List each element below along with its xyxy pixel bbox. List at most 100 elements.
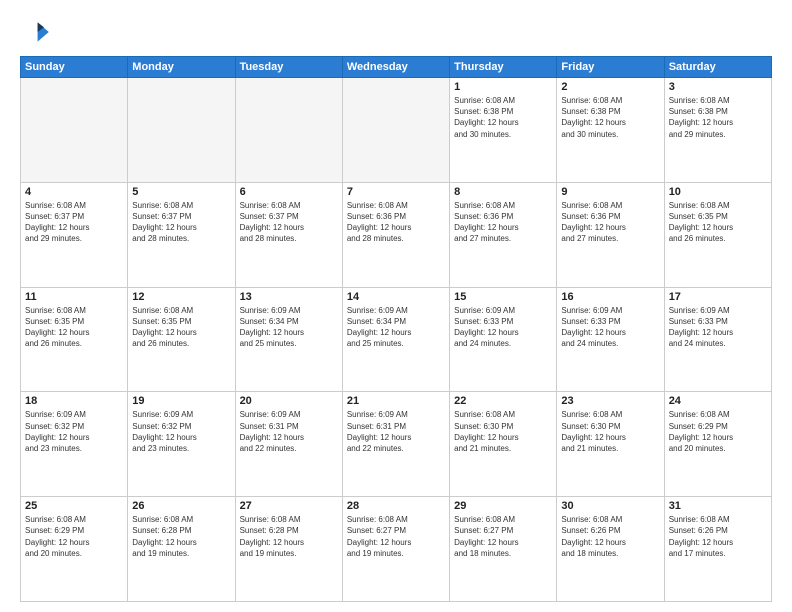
calendar-cell: 24 Sunrise: 6:08 AM Sunset: 6:29 PM Dayli… bbox=[664, 392, 771, 497]
day-number: 18 bbox=[25, 395, 123, 407]
weekday-header-friday: Friday bbox=[557, 57, 664, 78]
calendar-cell: 26 Sunrise: 6:08 AM Sunset: 6:28 PM Dayli… bbox=[128, 497, 235, 602]
day-number: 5 bbox=[132, 186, 230, 198]
day-number: 6 bbox=[240, 186, 338, 198]
day-number: 24 bbox=[669, 395, 767, 407]
weekday-header-wednesday: Wednesday bbox=[342, 57, 449, 78]
day-number: 3 bbox=[669, 81, 767, 93]
calendar-cell bbox=[342, 78, 449, 183]
calendar-cell: 7Sunrise: 6:08 AM Sunset: 6:36 PM Daylig… bbox=[342, 182, 449, 287]
day-info: Sunrise: 6:08 AM Sunset: 6:35 PM Dayligh… bbox=[25, 305, 123, 350]
calendar-cell: 31 Sunrise: 6:08 AM Sunset: 6:26 PM Dayli… bbox=[664, 497, 771, 602]
day-number: 15 bbox=[454, 291, 552, 303]
day-info: Sunrise: 6:08 AM Sunset: 6:38 PM Dayligh… bbox=[669, 95, 767, 140]
day-number: 12 bbox=[132, 291, 230, 303]
day-info: Sunrise: 6:08 AM Sunset: 6:36 PM Dayligh… bbox=[454, 200, 552, 245]
day-number: 31 bbox=[669, 500, 767, 512]
calendar-cell: 21 Sunrise: 6:09 AM Sunset: 6:31 PM Dayli… bbox=[342, 392, 449, 497]
day-info: Sunrise: 6:09 AM Sunset: 6:33 PM Dayligh… bbox=[669, 305, 767, 350]
calendar-cell: 25 Sunrise: 6:08 AM Sunset: 6:29 PM Dayli… bbox=[21, 497, 128, 602]
calendar-cell bbox=[128, 78, 235, 183]
day-number: 27 bbox=[240, 500, 338, 512]
calendar-cell: 22 Sunrise: 6:08 AM Sunset: 6:30 PM Dayli… bbox=[450, 392, 557, 497]
day-info: Sunrise: 6:09 AM Sunset: 6:32 PM Dayligh… bbox=[25, 409, 123, 454]
day-number: 19 bbox=[132, 395, 230, 407]
calendar-cell: 14Sunrise: 6:09 AM Sunset: 6:34 PM Dayli… bbox=[342, 287, 449, 392]
calendar-cell: 23 Sunrise: 6:08 AM Sunset: 6:30 PM Dayli… bbox=[557, 392, 664, 497]
logo bbox=[20, 16, 56, 48]
calendar-cell: 13 Sunrise: 6:09 AM Sunset: 6:34 PM Dayli… bbox=[235, 287, 342, 392]
calendar-cell: 4 Sunrise: 6:08 AM Sunset: 6:37 PM Daylig… bbox=[21, 182, 128, 287]
day-info: Sunrise: 6:09 AM Sunset: 6:32 PM Dayligh… bbox=[132, 409, 230, 454]
week-row-5: 25 Sunrise: 6:08 AM Sunset: 6:29 PM Dayli… bbox=[21, 497, 772, 602]
calendar-cell: 18 Sunrise: 6:09 AM Sunset: 6:32 PM Dayli… bbox=[21, 392, 128, 497]
day-number: 23 bbox=[561, 395, 659, 407]
day-number: 28 bbox=[347, 500, 445, 512]
weekday-header-thursday: Thursday bbox=[450, 57, 557, 78]
day-number: 21 bbox=[347, 395, 445, 407]
day-info: Sunrise: 6:09 AM Sunset: 6:34 PM Dayligh… bbox=[240, 305, 338, 350]
day-number: 4 bbox=[25, 186, 123, 198]
calendar-cell: 27 Sunrise: 6:08 AM Sunset: 6:28 PM Dayli… bbox=[235, 497, 342, 602]
day-number: 25 bbox=[25, 500, 123, 512]
day-number: 7 bbox=[347, 186, 445, 198]
calendar-cell: 30 Sunrise: 6:08 AM Sunset: 6:26 PM Dayli… bbox=[557, 497, 664, 602]
calendar-cell: 28 Sunrise: 6:08 AM Sunset: 6:27 PM Dayli… bbox=[342, 497, 449, 602]
day-number: 22 bbox=[454, 395, 552, 407]
calendar-cell: 10 Sunrise: 6:08 AM Sunset: 6:35 PM Dayli… bbox=[664, 182, 771, 287]
day-info: Sunrise: 6:08 AM Sunset: 6:38 PM Dayligh… bbox=[454, 95, 552, 140]
day-number: 20 bbox=[240, 395, 338, 407]
weekday-header-row: SundayMondayTuesdayWednesdayThursdayFrid… bbox=[21, 57, 772, 78]
day-number: 10 bbox=[669, 186, 767, 198]
day-info: Sunrise: 6:08 AM Sunset: 6:27 PM Dayligh… bbox=[347, 514, 445, 559]
calendar-cell: 17Sunrise: 6:09 AM Sunset: 6:33 PM Dayli… bbox=[664, 287, 771, 392]
calendar-cell: 8 Sunrise: 6:08 AM Sunset: 6:36 PM Daylig… bbox=[450, 182, 557, 287]
calendar-cell: 19 Sunrise: 6:09 AM Sunset: 6:32 PM Dayli… bbox=[128, 392, 235, 497]
week-row-4: 18 Sunrise: 6:09 AM Sunset: 6:32 PM Dayli… bbox=[21, 392, 772, 497]
day-info: Sunrise: 6:08 AM Sunset: 6:30 PM Dayligh… bbox=[561, 409, 659, 454]
calendar-cell: 12Sunrise: 6:08 AM Sunset: 6:35 PM Dayli… bbox=[128, 287, 235, 392]
day-number: 8 bbox=[454, 186, 552, 198]
day-info: Sunrise: 6:08 AM Sunset: 6:28 PM Dayligh… bbox=[132, 514, 230, 559]
day-number: 13 bbox=[240, 291, 338, 303]
calendar-cell: 9 Sunrise: 6:08 AM Sunset: 6:36 PM Daylig… bbox=[557, 182, 664, 287]
day-info: Sunrise: 6:08 AM Sunset: 6:28 PM Dayligh… bbox=[240, 514, 338, 559]
calendar-cell bbox=[21, 78, 128, 183]
day-number: 16 bbox=[561, 291, 659, 303]
day-info: Sunrise: 6:08 AM Sunset: 6:29 PM Dayligh… bbox=[669, 409, 767, 454]
day-info: Sunrise: 6:09 AM Sunset: 6:33 PM Dayligh… bbox=[454, 305, 552, 350]
day-info: Sunrise: 6:08 AM Sunset: 6:37 PM Dayligh… bbox=[132, 200, 230, 245]
calendar-cell: 3 Sunrise: 6:08 AM Sunset: 6:38 PM Daylig… bbox=[664, 78, 771, 183]
day-info: Sunrise: 6:08 AM Sunset: 6:29 PM Dayligh… bbox=[25, 514, 123, 559]
week-row-2: 4 Sunrise: 6:08 AM Sunset: 6:37 PM Daylig… bbox=[21, 182, 772, 287]
day-info: Sunrise: 6:08 AM Sunset: 6:30 PM Dayligh… bbox=[454, 409, 552, 454]
week-row-3: 11 Sunrise: 6:08 AM Sunset: 6:35 PM Dayli… bbox=[21, 287, 772, 392]
day-number: 29 bbox=[454, 500, 552, 512]
calendar-cell: 6Sunrise: 6:08 AM Sunset: 6:37 PM Daylig… bbox=[235, 182, 342, 287]
calendar-cell: 5 Sunrise: 6:08 AM Sunset: 6:37 PM Daylig… bbox=[128, 182, 235, 287]
weekday-header-tuesday: Tuesday bbox=[235, 57, 342, 78]
day-info: Sunrise: 6:09 AM Sunset: 6:31 PM Dayligh… bbox=[347, 409, 445, 454]
calendar-cell: 29Sunrise: 6:08 AM Sunset: 6:27 PM Dayli… bbox=[450, 497, 557, 602]
day-number: 30 bbox=[561, 500, 659, 512]
day-info: Sunrise: 6:08 AM Sunset: 6:26 PM Dayligh… bbox=[669, 514, 767, 559]
day-number: 2 bbox=[561, 81, 659, 93]
day-info: Sunrise: 6:08 AM Sunset: 6:38 PM Dayligh… bbox=[561, 95, 659, 140]
day-info: Sunrise: 6:08 AM Sunset: 6:36 PM Dayligh… bbox=[561, 200, 659, 245]
day-info: Sunrise: 6:09 AM Sunset: 6:31 PM Dayligh… bbox=[240, 409, 338, 454]
day-info: Sunrise: 6:08 AM Sunset: 6:26 PM Dayligh… bbox=[561, 514, 659, 559]
day-info: Sunrise: 6:08 AM Sunset: 6:37 PM Dayligh… bbox=[25, 200, 123, 245]
calendar-cell: 16 Sunrise: 6:09 AM Sunset: 6:33 PM Dayli… bbox=[557, 287, 664, 392]
day-info: Sunrise: 6:08 AM Sunset: 6:35 PM Dayligh… bbox=[669, 200, 767, 245]
day-info: Sunrise: 6:09 AM Sunset: 6:33 PM Dayligh… bbox=[561, 305, 659, 350]
day-number: 1 bbox=[454, 81, 552, 93]
day-number: 9 bbox=[561, 186, 659, 198]
day-number: 14 bbox=[347, 291, 445, 303]
calendar-table: SundayMondayTuesdayWednesdayThursdayFrid… bbox=[20, 56, 772, 602]
calendar-cell: 2 Sunrise: 6:08 AM Sunset: 6:38 PM Daylig… bbox=[557, 78, 664, 183]
week-row-1: 1 Sunrise: 6:08 AM Sunset: 6:38 PM Daylig… bbox=[21, 78, 772, 183]
calendar-cell bbox=[235, 78, 342, 183]
day-number: 26 bbox=[132, 500, 230, 512]
day-number: 11 bbox=[25, 291, 123, 303]
weekday-header-saturday: Saturday bbox=[664, 57, 771, 78]
